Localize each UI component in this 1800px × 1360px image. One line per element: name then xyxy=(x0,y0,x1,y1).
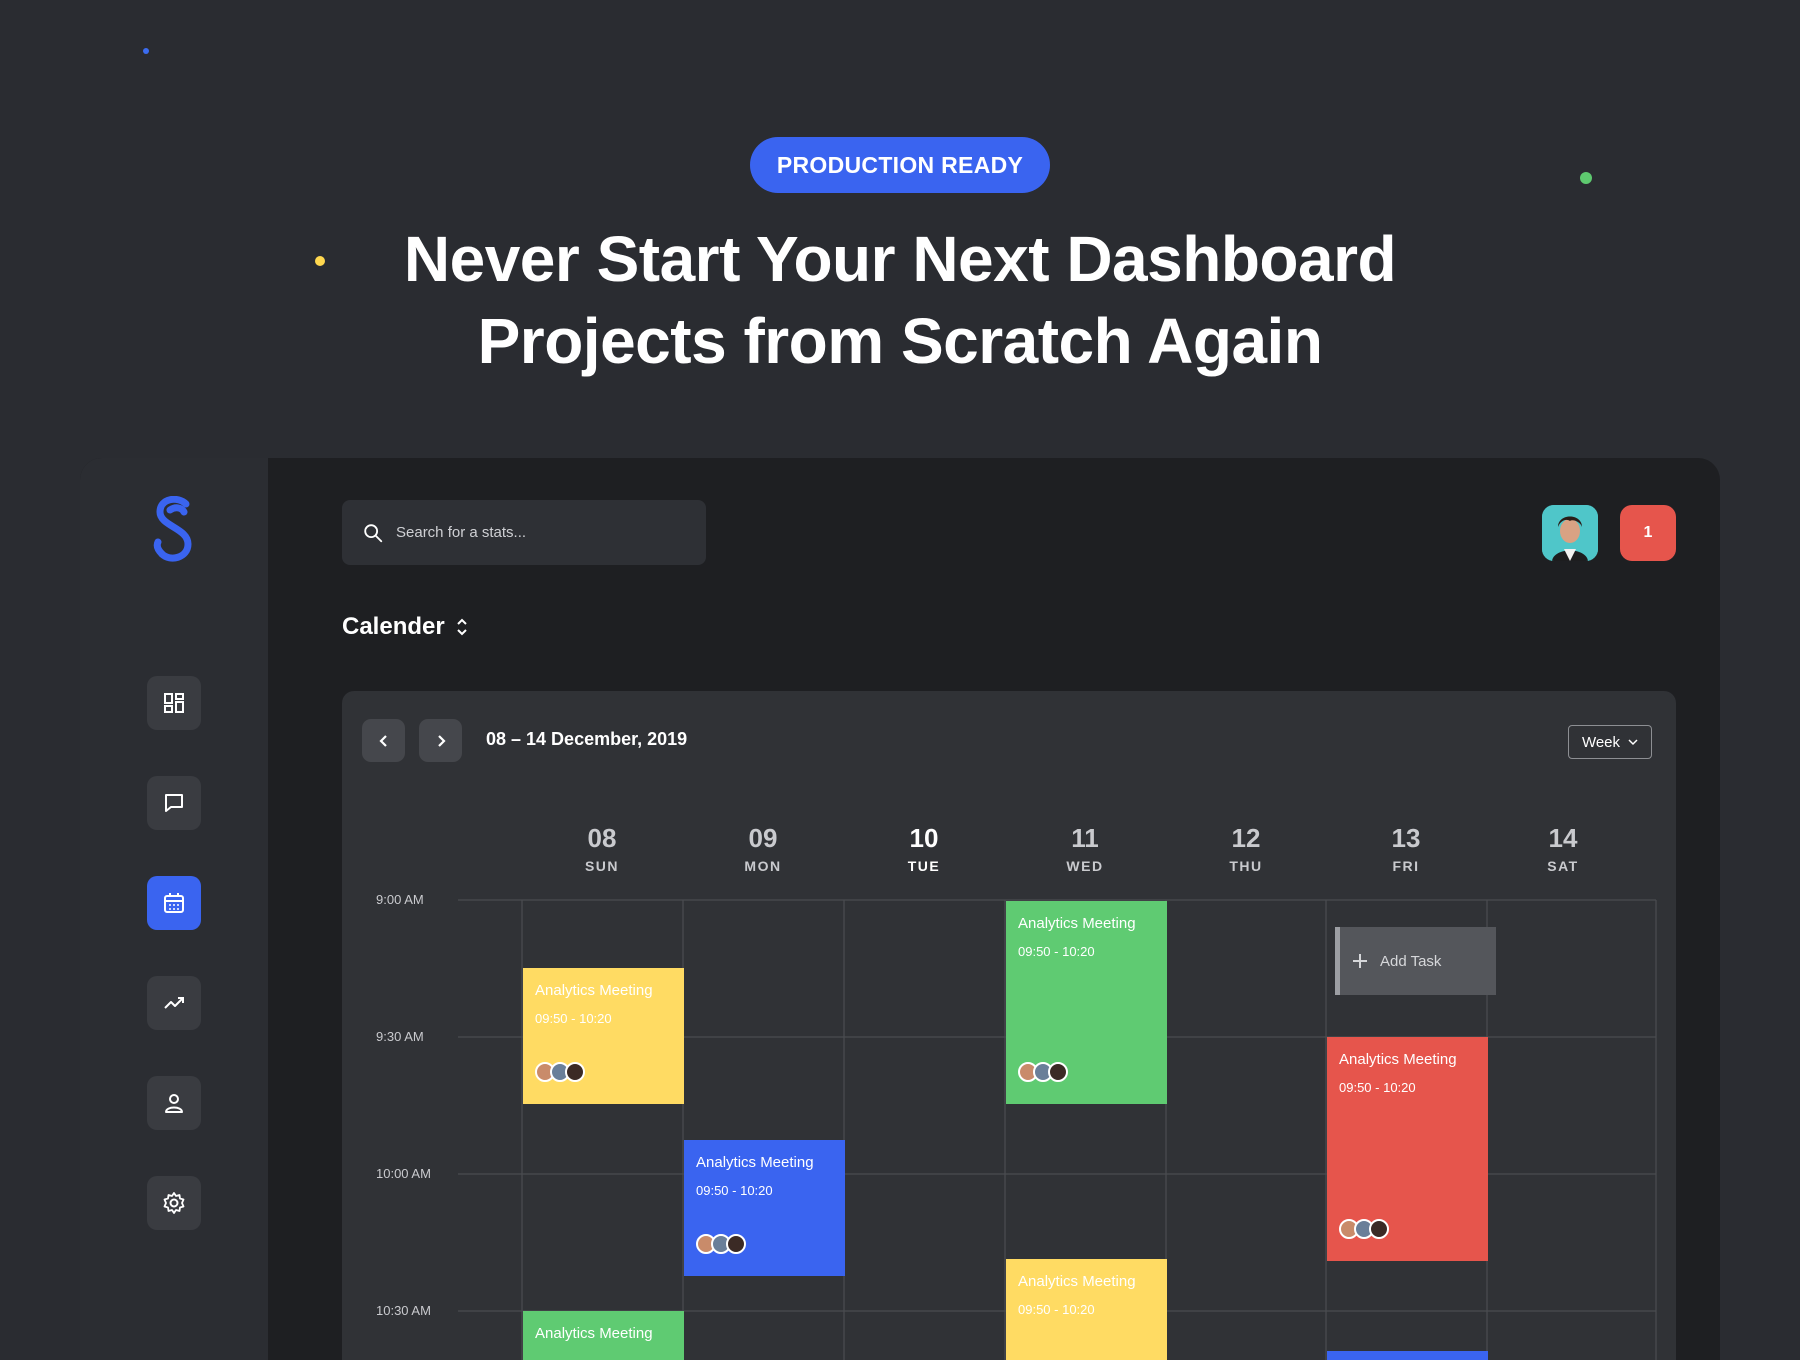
nav-analytics-button[interactable] xyxy=(147,976,201,1030)
hero-headline: Never Start Your Next Dashboard Projects… xyxy=(250,218,1550,382)
attendee-avatars xyxy=(1018,1062,1068,1082)
nav-settings-button[interactable] xyxy=(147,1176,201,1230)
calendar-title-selector[interactable]: Calender xyxy=(342,613,469,641)
attendee-avatars xyxy=(1339,1219,1389,1239)
user-icon xyxy=(165,1094,183,1113)
nav-calendar-button[interactable] xyxy=(147,876,201,930)
sort-arrows-icon xyxy=(456,618,467,636)
dashboard-window: 1 Calender 08 – 14 December, 2019 Week 0… xyxy=(80,458,1720,1360)
event-title: Analytics Meeting xyxy=(696,1154,814,1171)
event-title: Analytics Meeting xyxy=(1339,1051,1457,1068)
chat-icon xyxy=(165,794,183,812)
event-time: 09:50 - 10:20 xyxy=(1018,944,1095,959)
search-icon xyxy=(364,523,383,542)
avatar xyxy=(1369,1219,1389,1239)
notification-badge[interactable]: 1 xyxy=(1620,505,1676,561)
event-title: Analytics Meeting xyxy=(535,982,653,999)
time-label: 9:00 AM xyxy=(376,892,424,907)
search-input[interactable] xyxy=(396,524,656,541)
event-card[interactable]: Analytics Meeting 09:50 - 10:20 xyxy=(1006,1259,1167,1360)
trend-icon xyxy=(164,997,184,1009)
user-avatar[interactable] xyxy=(1542,505,1598,561)
calendar-icon xyxy=(164,893,184,913)
decor-dot-blue xyxy=(143,48,149,54)
headline-line-2: Projects from Scratch Again xyxy=(477,305,1323,377)
event-card[interactable]: Analytics Meeting xyxy=(523,1311,684,1360)
plus-icon xyxy=(1353,954,1367,968)
event-card[interactable]: Analytics Meeting 09:50 - 10:20 xyxy=(523,968,684,1104)
nav-messages-button[interactable] xyxy=(147,776,201,830)
avatar xyxy=(565,1062,585,1082)
time-label: 10:00 AM xyxy=(376,1166,431,1181)
nav-profile-button[interactable] xyxy=(147,1076,201,1130)
event-title: Analytics Meeting xyxy=(535,1325,653,1342)
grid-icon xyxy=(164,693,184,713)
event-title: Analytics Meeting xyxy=(1018,915,1136,932)
event-card[interactable]: Analytics Meeting 09:50 - 10:20 xyxy=(1006,901,1167,1104)
gear-icon xyxy=(163,1192,185,1214)
headline-line-1: Never Start Your Next Dashboard xyxy=(403,223,1397,295)
add-task-label: Add Task xyxy=(1380,952,1442,970)
sidebar xyxy=(80,458,268,1360)
event-time: 09:50 - 10:20 xyxy=(1339,1080,1416,1095)
search-bar[interactable] xyxy=(342,500,706,565)
avatar xyxy=(1048,1062,1068,1082)
nav-dashboard-button[interactable] xyxy=(147,676,201,730)
event-time: 09:50 - 10:20 xyxy=(535,1011,612,1026)
event-time: 09:50 - 10:20 xyxy=(1018,1302,1095,1317)
attendee-avatars xyxy=(535,1062,585,1082)
attendee-avatars xyxy=(696,1234,746,1254)
person-photo-icon xyxy=(1542,505,1598,561)
event-card[interactable]: Analytics Meeting 09:50 - 10:20 xyxy=(1327,1037,1488,1261)
time-label: 10:30 AM xyxy=(376,1303,431,1318)
avatar xyxy=(726,1234,746,1254)
calendar-panel: 08 – 14 December, 2019 Week 08 SUN 09 MON … xyxy=(342,691,1676,1360)
event-card[interactable]: Analytics Meeting 09:50 - 10:20 xyxy=(684,1140,845,1276)
production-ready-badge: PRODUCTION READY xyxy=(750,137,1050,193)
time-label: 9:30 AM xyxy=(376,1029,424,1044)
s-logo-icon[interactable] xyxy=(148,496,198,566)
event-title: Analytics Meeting xyxy=(1018,1273,1136,1290)
calendar-title: Calender xyxy=(342,613,445,640)
event-card-partial[interactable] xyxy=(1327,1351,1488,1360)
decor-dot-green xyxy=(1580,172,1592,184)
event-time: 09:50 - 10:20 xyxy=(696,1183,773,1198)
add-task-button[interactable]: Add Task xyxy=(1335,927,1496,995)
